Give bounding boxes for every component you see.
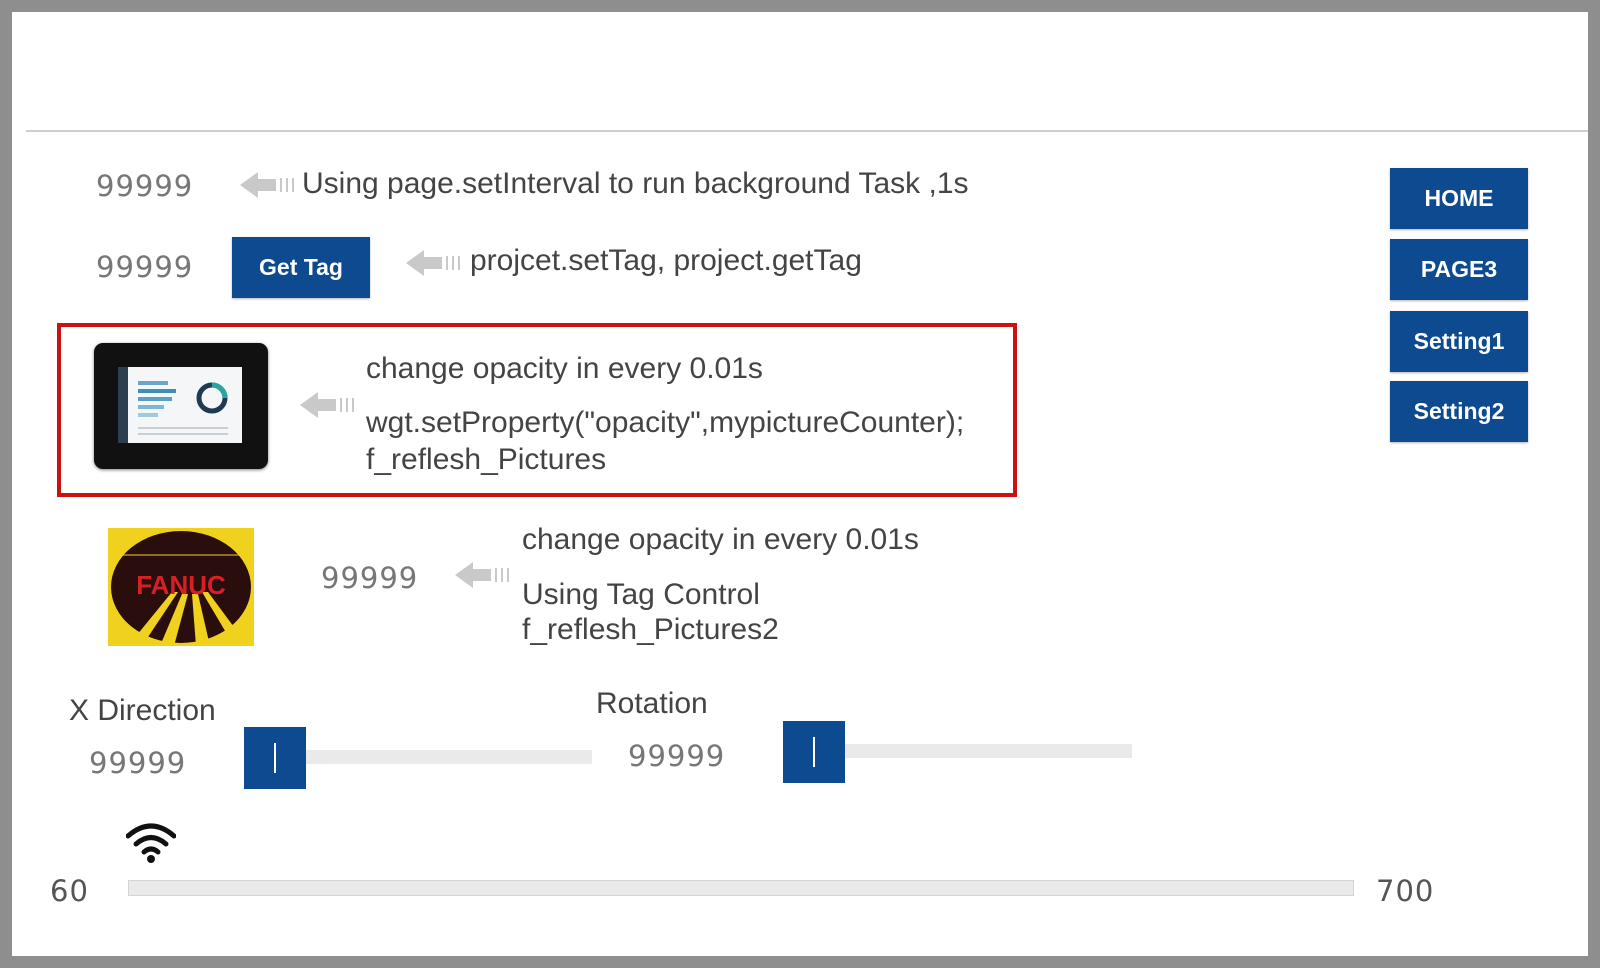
x-direction-slider-thumb[interactable] xyxy=(244,727,306,789)
setting2-button[interactable]: Setting2 xyxy=(1390,381,1528,442)
slider-grip-icon xyxy=(274,743,276,773)
arrow-left-icon xyxy=(406,250,460,276)
screen-panel: 99999 Using page.setInterval to run back… xyxy=(12,12,1588,956)
interval-counter-value: 99999 xyxy=(96,169,194,203)
x-direction-value: 99999 xyxy=(89,746,187,780)
tag-opacity-line3: f_reflesh_Pictures2 xyxy=(522,613,779,646)
opacity-description-line3: f_reflesh_Pictures xyxy=(366,443,607,476)
signal-strength-bar xyxy=(128,880,1354,896)
slider-grip-icon xyxy=(813,737,815,767)
home-button[interactable]: HOME xyxy=(1390,168,1528,229)
dashboard-thumbnail-icon xyxy=(118,367,242,443)
wifi-icon xyxy=(126,823,176,863)
opacity-description-line2: wgt.setProperty("opacity",mypictureCount… xyxy=(366,406,965,439)
fanuc-logo-picture: FANUC xyxy=(108,528,254,646)
setting1-button[interactable]: Setting1 xyxy=(1390,311,1528,372)
tag-counter-value: 99999 xyxy=(96,250,194,284)
interval-description: Using page.setInterval to run background… xyxy=(302,167,969,200)
signal-max-label: 700 xyxy=(1376,874,1435,908)
fanuc-counter-value: 99999 xyxy=(321,561,419,595)
arrow-left-icon xyxy=(300,392,354,418)
tag-description: projcet.setTag, project.getTag xyxy=(470,244,862,277)
rotation-slider-thumb[interactable] xyxy=(783,721,845,783)
get-tag-button[interactable]: Get Tag xyxy=(232,237,370,298)
arrow-left-icon xyxy=(455,562,509,588)
tag-opacity-line2: Using Tag Control xyxy=(522,578,760,611)
tag-opacity-line1: change opacity in every 0.01s xyxy=(522,523,919,556)
page3-button[interactable]: PAGE3 xyxy=(1390,239,1528,300)
rotation-label: Rotation xyxy=(596,687,708,720)
arrow-left-icon xyxy=(240,172,294,198)
hmi-device-picture xyxy=(94,343,268,469)
rotation-value: 99999 xyxy=(628,739,726,773)
signal-min-label: 60 xyxy=(50,874,89,908)
opacity-description-line1: change opacity in every 0.01s xyxy=(366,352,763,385)
fanuc-logo-text: FANUC xyxy=(136,570,226,600)
x-direction-label: X Direction xyxy=(69,694,216,727)
header-divider xyxy=(26,130,1588,132)
